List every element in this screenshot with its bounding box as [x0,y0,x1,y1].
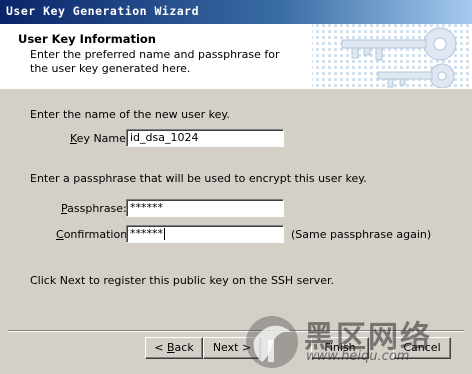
key-name-label-rest: ey Name: [76,132,130,145]
passphrase-label: Passphrase: [61,202,127,215]
header-title: User Key Information [18,32,156,46]
passphrase-prompt: Enter a passphrase that will be used to … [30,172,367,185]
confirmation-hint: (Same passphrase again) [291,228,432,241]
confirmation-input[interactable]: ****** [126,225,284,243]
footer-instruction: Click Next to register this public key o… [30,274,334,287]
watermark-url: www.heiqu.com [306,349,410,364]
title-bar[interactable]: User Key Generation Wizard [0,0,472,24]
passphrase-label-rest: assphrase: [67,202,127,215]
wizard-header: User Key Information Enter the preferred… [0,24,472,89]
passphrase-input[interactable]: ****** [126,199,284,217]
confirmation-label: Confirmation: [56,228,131,241]
back-button[interactable]: < Back [145,337,203,359]
header-description: Enter the preferred name and passphrase … [30,48,280,75]
key-name-prompt: Enter the name of the new user key. [30,108,230,121]
keys-icon [312,24,472,88]
confirmation-value: ****** [130,227,163,240]
key-name-input[interactable]: id_dsa_1024 [126,129,284,147]
window-title: User Key Generation Wizard [6,4,200,18]
header-separator [0,88,472,89]
key-name-label: Key Name: [70,132,130,145]
confirmation-label-rest: onfirmation: [63,228,131,241]
